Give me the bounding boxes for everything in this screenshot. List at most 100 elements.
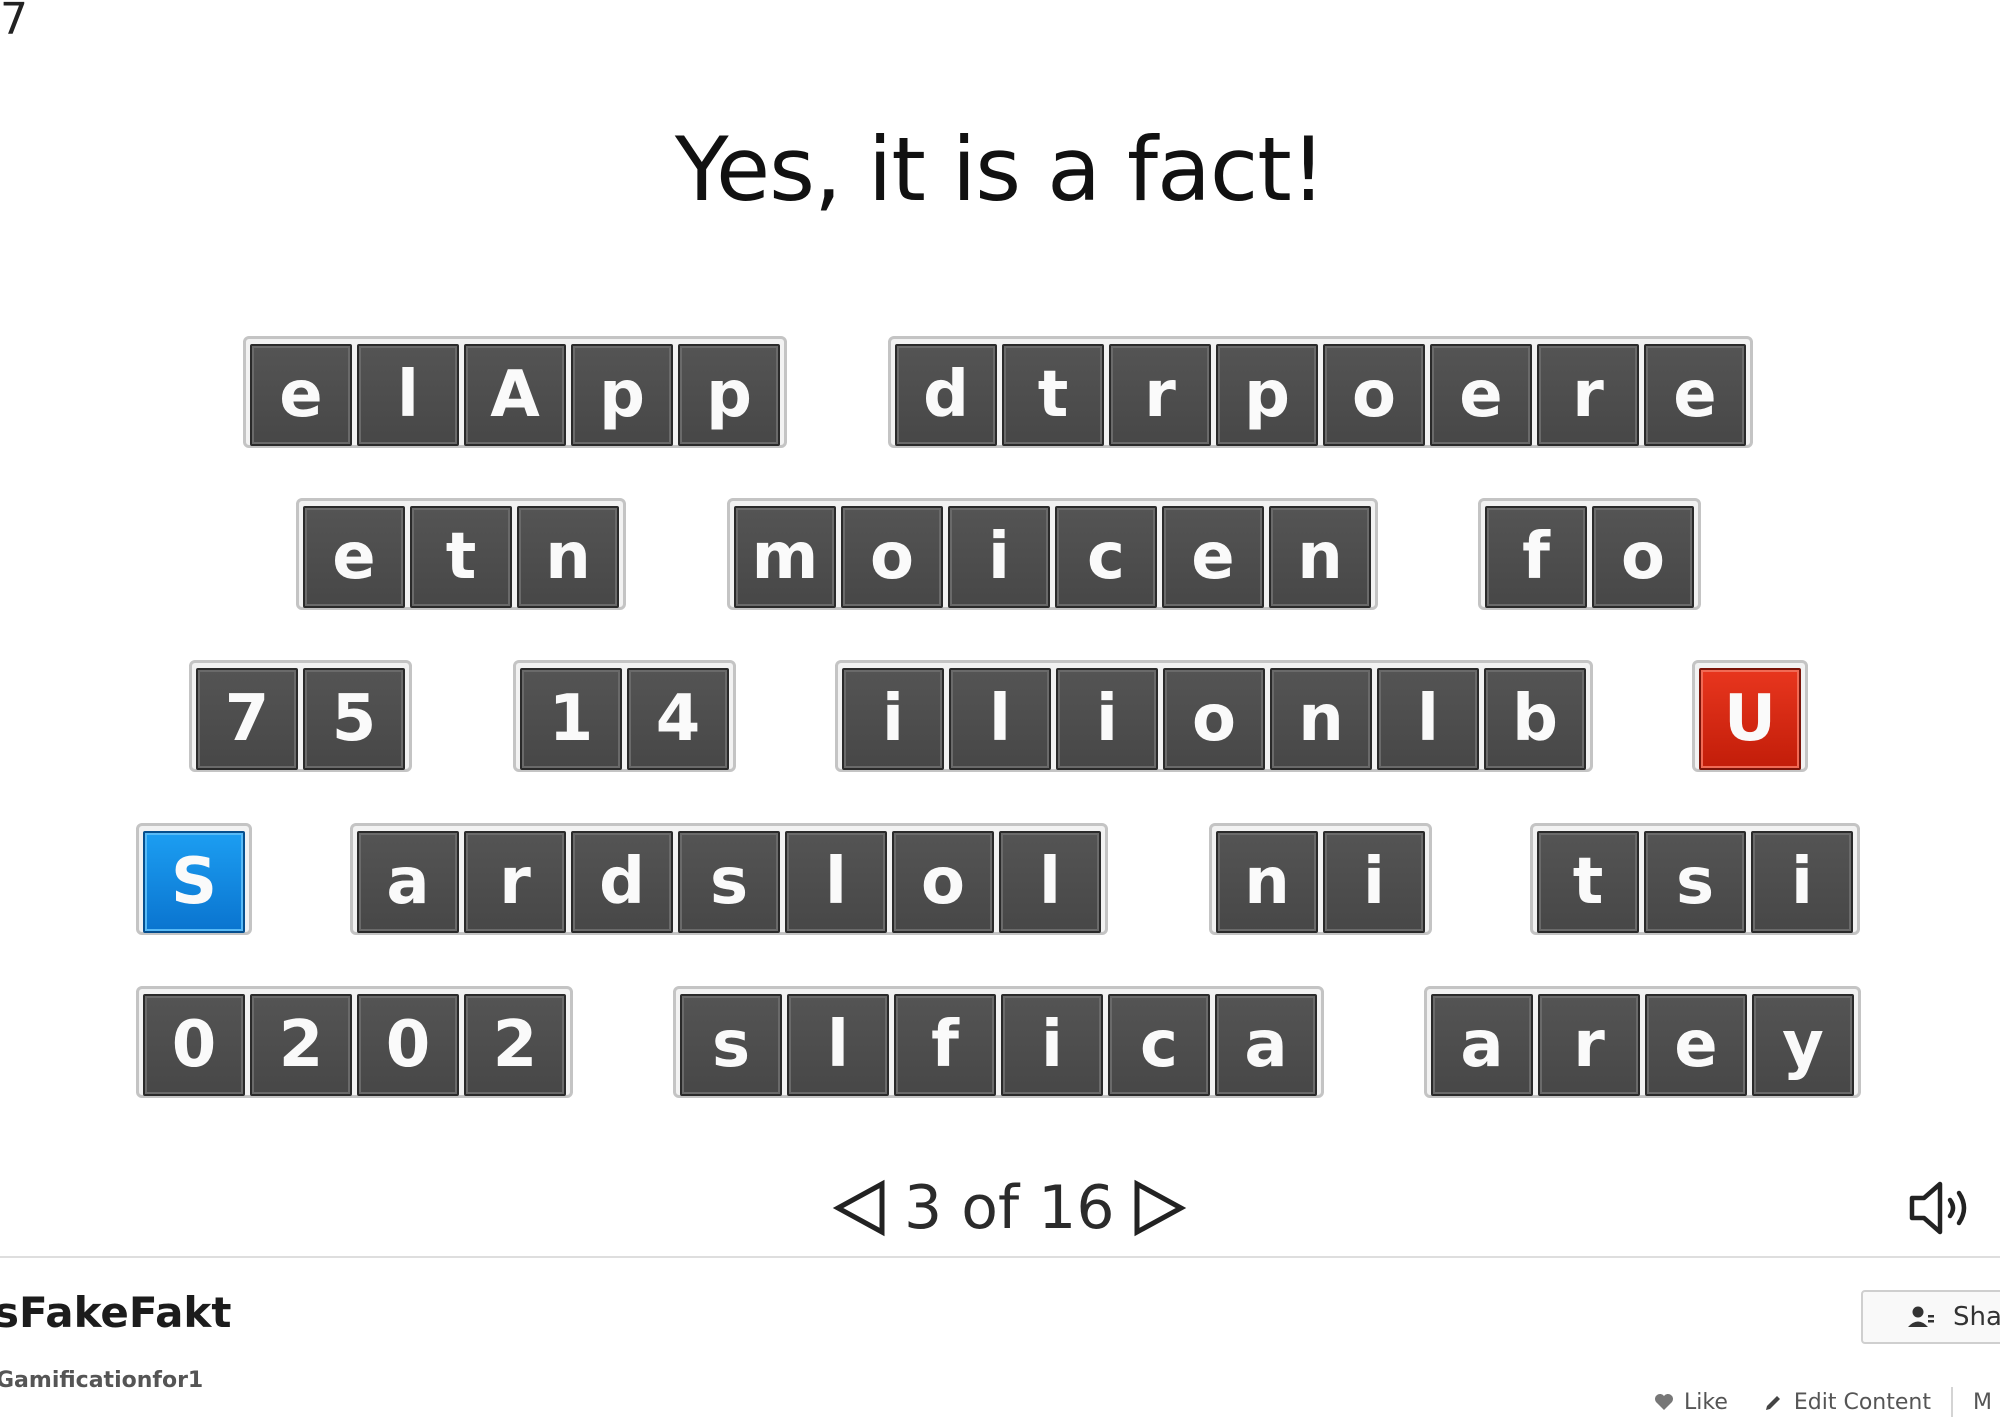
letter-tile[interactable]: n (1216, 831, 1318, 933)
letter-tile[interactable]: l (787, 994, 889, 1096)
letter-tile[interactable]: i (1056, 668, 1158, 770)
letter-tile[interactable]: S (143, 831, 245, 933)
letter-tile[interactable]: i (1001, 994, 1103, 1096)
word-slot: ni (1209, 823, 1432, 935)
word-slot: ilionlb (835, 660, 1593, 772)
letter-tile[interactable]: e (1430, 344, 1532, 446)
letter-tile[interactable]: l (999, 831, 1101, 933)
share-button[interactable]: Sha (1861, 1290, 2000, 1344)
letter-tile[interactable]: t (1537, 831, 1639, 933)
letter-tile[interactable]: o (1323, 344, 1425, 446)
letter-tile[interactable]: 4 (627, 668, 729, 770)
letter-tile[interactable]: p (678, 344, 780, 446)
word-slot: slfica (673, 986, 1324, 1098)
like-link[interactable]: Like (1654, 1390, 1728, 1415)
letter-tile[interactable]: U (1699, 668, 1801, 770)
letter-tile[interactable]: r (1537, 344, 1639, 446)
page-counter: 3 of 16 (904, 1173, 1115, 1243)
letter-tile[interactable]: p (1216, 344, 1318, 446)
word-slot: elApp (243, 336, 787, 448)
next-arrow-icon[interactable] (1129, 1178, 1189, 1238)
letter-tile[interactable]: r (1538, 994, 1640, 1096)
letter-tile[interactable]: e (1162, 506, 1264, 608)
letter-tile[interactable]: n (1269, 506, 1371, 608)
letter-tile[interactable]: 5 (303, 668, 405, 770)
word-slot: tsi (1530, 823, 1860, 935)
letter-tile[interactable]: o (841, 506, 943, 608)
letter-tile[interactable]: y (1752, 994, 1854, 1096)
word-slot: S (136, 823, 252, 935)
letter-tile[interactable]: l (785, 831, 887, 933)
letter-tile[interactable]: 2 (464, 994, 566, 1096)
letter-tile[interactable]: e (303, 506, 405, 608)
letter-tile[interactable]: i (1751, 831, 1853, 933)
share-label: Sha (1953, 1302, 2000, 1332)
letter-tile[interactable]: 1 (520, 668, 622, 770)
edit-content-label: Edit Content (1793, 1389, 1931, 1415)
letter-tile[interactable]: n (517, 506, 619, 608)
author-name[interactable]: Gamificationfor1 (0, 1368, 203, 1393)
letter-tile[interactable]: s (680, 994, 782, 1096)
pencil-icon (1765, 1396, 1780, 1410)
user-icon (1908, 1306, 1934, 1327)
letter-tile[interactable]: e (250, 344, 352, 446)
page-number: 7 (0, 0, 28, 45)
word-slot: dtrpoere (888, 336, 1753, 448)
letter-tile[interactable]: n (1270, 668, 1372, 770)
letter-tile[interactable]: c (1055, 506, 1157, 608)
word-slot: ardslol (350, 823, 1108, 935)
letter-tile[interactable]: l (357, 344, 459, 446)
speaker-icon[interactable] (1908, 1180, 1974, 1236)
letter-tile[interactable]: o (892, 831, 994, 933)
letter-tile[interactable]: i (1323, 831, 1425, 933)
prev-arrow-icon[interactable] (830, 1178, 890, 1238)
letter-tile[interactable]: b (1484, 668, 1586, 770)
word-slot: fo (1478, 498, 1701, 610)
footer-separator (1950, 1387, 1953, 1417)
slide-navigation: 3 of 16 (830, 1172, 1189, 1244)
letter-tile[interactable]: t (410, 506, 512, 608)
word-slot: moicen (727, 498, 1378, 610)
like-label: Like (1684, 1389, 1728, 1415)
letter-tile[interactable]: i (948, 506, 1050, 608)
letter-tile[interactable]: l (949, 668, 1051, 770)
letter-tile[interactable]: e (1645, 994, 1747, 1096)
letter-tile[interactable]: d (571, 831, 673, 933)
letter-tile[interactable]: l (1377, 668, 1479, 770)
letter-tile[interactable]: d (895, 344, 997, 446)
letter-tile[interactable]: f (894, 994, 996, 1096)
letter-tile[interactable]: o (1592, 506, 1694, 608)
letter-tile[interactable]: a (1431, 994, 1533, 1096)
letter-tile[interactable]: o (1163, 668, 1265, 770)
footer-links: Like Edit Content M (1654, 1387, 1992, 1417)
letter-tile[interactable]: 2 (250, 994, 352, 1096)
game-title: Yes, it is a fact! (674, 118, 1326, 221)
letter-tile[interactable]: i (842, 668, 944, 770)
word-slot: arey (1424, 986, 1861, 1098)
letter-tile[interactable]: c (1108, 994, 1210, 1096)
letter-tile[interactable]: A (464, 344, 566, 446)
footer-divider (0, 1256, 2000, 1258)
letter-tile[interactable]: r (464, 831, 566, 933)
letter-tile[interactable]: 0 (357, 994, 459, 1096)
letter-tile[interactable]: s (678, 831, 780, 933)
heart-icon (1655, 1394, 1673, 1410)
edit-content-link[interactable]: Edit Content (1764, 1390, 1931, 1415)
letter-tile[interactable]: m (734, 506, 836, 608)
letter-tile[interactable]: 7 (196, 668, 298, 770)
more-link[interactable]: M (1973, 1390, 1992, 1415)
letter-tile[interactable]: a (1215, 994, 1317, 1096)
letter-tile[interactable]: a (357, 831, 459, 933)
word-slot: etn (296, 498, 626, 610)
letter-tile[interactable]: p (571, 344, 673, 446)
letter-tile[interactable]: s (1644, 831, 1746, 933)
word-slot: 75 (189, 660, 412, 772)
app-title: sFakeFakt (0, 1288, 232, 1337)
word-slot: U (1692, 660, 1808, 772)
letter-tile[interactable]: f (1485, 506, 1587, 608)
letter-tile[interactable]: e (1644, 344, 1746, 446)
word-slot: 0202 (136, 986, 573, 1098)
letter-tile[interactable]: t (1002, 344, 1104, 446)
letter-tile[interactable]: r (1109, 344, 1211, 446)
letter-tile[interactable]: 0 (143, 994, 245, 1096)
